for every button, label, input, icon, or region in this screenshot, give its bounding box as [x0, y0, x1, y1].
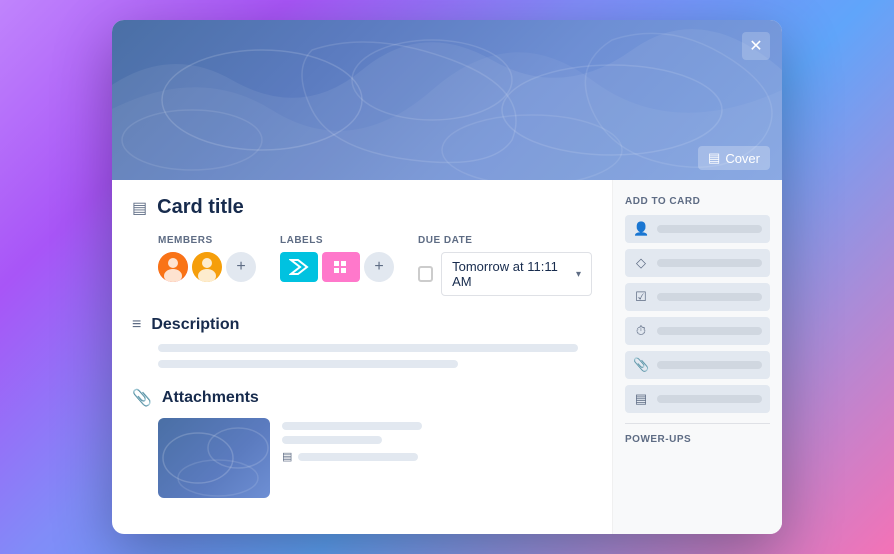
sidebar-labels-button[interactable]: ◇	[625, 249, 770, 277]
attachment-icon: 📎	[132, 388, 152, 408]
cover-button-label: Cover	[725, 151, 760, 166]
attach-skeleton-2	[282, 436, 382, 444]
avatar-2[interactable]	[192, 252, 222, 282]
attachments-title: Attachments	[162, 389, 259, 407]
sidebar-cover-button[interactable]: ▤	[625, 385, 770, 413]
attachment-sidebar-icon: 📎	[633, 357, 649, 373]
cover-sidebar-skeleton	[657, 395, 762, 403]
sidebar-dates-button[interactable]: ⏱	[625, 317, 770, 345]
card-title-icon: ▤	[132, 198, 147, 218]
label-teal[interactable]	[280, 252, 318, 282]
labels-group: LABELS	[280, 235, 394, 282]
due-date-value: Tomorrow at 11:11 AM	[452, 259, 570, 289]
description-skeleton-1	[158, 344, 578, 352]
attach-file-icon: ▤	[282, 450, 292, 463]
sidebar-attachment-button[interactable]: 📎	[625, 351, 770, 379]
avatar-2-image	[192, 252, 222, 282]
sidebar-members-button[interactable]: 👤	[625, 215, 770, 243]
add-label-button[interactable]: +	[364, 252, 394, 282]
labels-sidebar-icon: ◇	[633, 255, 649, 271]
card-title-row: ▤ Card title	[132, 196, 592, 219]
add-member-button[interactable]: +	[226, 252, 256, 282]
attach-skeleton-3	[298, 453, 418, 461]
due-date-label: DUE DATE	[418, 235, 592, 246]
dates-sidebar-skeleton	[657, 327, 762, 335]
close-button[interactable]: ✕	[742, 32, 770, 60]
checklist-sidebar-icon: ☑	[633, 289, 649, 305]
members-sidebar-icon: 👤	[633, 221, 649, 237]
attachments-header: 📎 Attachments	[132, 388, 592, 408]
attachment-preview: ▤	[158, 418, 592, 498]
members-sidebar-skeleton	[657, 225, 762, 233]
add-to-card-label: ADD TO CARD	[625, 196, 770, 207]
dropdown-arrow-icon: ▾	[576, 269, 581, 280]
attachment-thumbnail[interactable]	[158, 418, 270, 498]
description-skeleton-2	[158, 360, 458, 368]
main-content: ▤ Card title MEMBERS	[112, 180, 612, 534]
sidebar: ADD TO CARD 👤 ◇ ☑ ⏱ 📎	[612, 180, 782, 534]
labels-sidebar-skeleton	[657, 259, 762, 267]
description-title: Description	[151, 316, 239, 334]
description-header: ≡ Description	[132, 316, 592, 334]
cover-pattern	[112, 20, 782, 180]
attachment-info: ▤	[282, 418, 422, 463]
labels-list: +	[280, 252, 394, 282]
modal-body: ▤ Card title MEMBERS	[112, 180, 782, 534]
card-title[interactable]: Card title	[157, 196, 244, 219]
cover-image: ✕ ▤ Cover	[112, 20, 782, 180]
meta-row: MEMBERS	[158, 235, 592, 296]
due-date-checkbox[interactable]	[418, 266, 433, 282]
cover-sidebar-icon: ▤	[633, 391, 649, 407]
description-icon: ≡	[132, 316, 141, 334]
labels-label: LABELS	[280, 235, 394, 246]
dates-sidebar-icon: ⏱	[633, 323, 649, 339]
checklist-sidebar-skeleton	[657, 293, 762, 301]
due-date-selector: Tomorrow at 11:11 AM ▾	[418, 252, 592, 296]
avatar-1[interactable]	[158, 252, 188, 282]
members-group: MEMBERS	[158, 235, 256, 282]
power-ups-label: POWER-UPS	[625, 434, 770, 445]
attachment-sidebar-skeleton	[657, 361, 762, 369]
cover-button[interactable]: ▤ Cover	[698, 146, 770, 170]
members-label: MEMBERS	[158, 235, 256, 246]
members-list: +	[158, 252, 256, 282]
attach-skeleton-1	[282, 422, 422, 430]
description-section: ≡ Description	[132, 316, 592, 368]
attachments-section: 📎 Attachments	[132, 388, 592, 498]
cover-icon: ▤	[708, 150, 720, 166]
avatar-1-image	[158, 252, 188, 282]
due-date-dropdown[interactable]: Tomorrow at 11:11 AM ▾	[441, 252, 592, 296]
card-modal: ✕ ▤ Cover ▤ Card title MEMBERS	[112, 20, 782, 534]
label-pink[interactable]	[322, 252, 360, 282]
sidebar-checklist-button[interactable]: ☑	[625, 283, 770, 311]
due-date-group: DUE DATE Tomorrow at 11:11 AM ▾	[418, 235, 592, 296]
attach-icon-row: ▤	[282, 450, 422, 463]
sidebar-divider	[625, 423, 770, 424]
